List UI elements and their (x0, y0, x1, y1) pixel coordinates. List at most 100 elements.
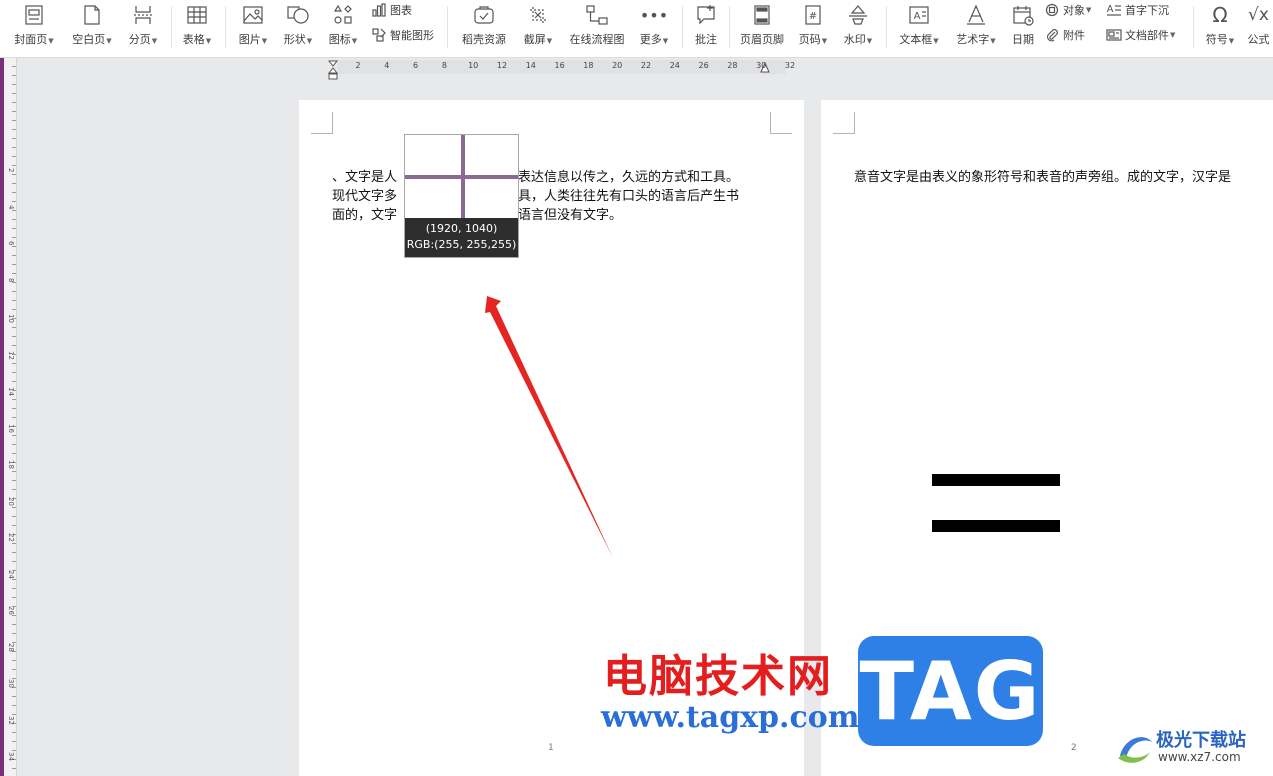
ruler-tick (12, 291, 16, 292)
ruler-tick (12, 120, 16, 121)
online-flowchart-label: 在线流程图 (569, 33, 625, 46)
formula-button[interactable]: √x 公式 (1244, 0, 1273, 58)
object-button[interactable]: 对象 ▼ (1044, 0, 1091, 20)
online-flowchart-button[interactable]: 在线流程图 (564, 0, 630, 58)
magnifier-info: (1920, 1040) RGB:(255, 255,255) (405, 218, 518, 257)
paragraph-line-2-end: 具，人类往往先有口头的语言后产生书 (518, 189, 740, 204)
header-footer-label: 页眉页脚 (740, 33, 784, 46)
chart-label: 图表 (390, 4, 412, 17)
ruler-tick (12, 525, 16, 526)
ruler-tick (12, 480, 16, 481)
ruler-tick (12, 75, 16, 76)
ruler-tick (12, 705, 16, 706)
ruler-tick (12, 93, 16, 94)
cover-page-button[interactable]: 封面页▼ (10, 0, 58, 58)
screenshot-button[interactable]: 截屏▼ (518, 0, 558, 58)
ruler-tick (12, 696, 16, 697)
cover-page-icon (21, 2, 47, 28)
chart-button[interactable]: 图表 (371, 0, 412, 20)
ruler-tick (12, 543, 16, 544)
ruler-tick (12, 327, 16, 328)
table-icon (184, 2, 210, 28)
word-art-button[interactable]: 艺术字▼ (951, 0, 1001, 58)
icon-library-button[interactable]: 图标▼ (325, 0, 361, 58)
object-label: 对象 (1063, 4, 1085, 17)
margin-corner-marker (311, 112, 333, 134)
paragraph-line-3-start: 面的，文字 (332, 208, 398, 223)
page-break-icon (130, 2, 156, 28)
date-button[interactable]: 日期 (1007, 0, 1039, 58)
ruler-tick (12, 408, 16, 409)
ruler-tick-label: 12 (7, 350, 15, 360)
indent-marker-left[interactable] (328, 60, 340, 82)
attachment-button[interactable]: 附件 (1044, 25, 1085, 45)
scissors-icon (525, 2, 551, 28)
watermark-button[interactable]: 水印▼ (838, 0, 878, 58)
drop-cap-button[interactable]: A 首字下沉 (1106, 0, 1169, 20)
doc-parts-button[interactable]: 文档部件 ▼ (1106, 25, 1175, 45)
blank-page-button[interactable]: 空白页▼ (67, 0, 117, 58)
ruler-tick (12, 336, 16, 337)
ruler-tick (12, 489, 16, 490)
more-button[interactable]: ••• 更多▼ (635, 0, 673, 58)
ruler-tick (12, 102, 16, 103)
watermark-download-site: 极光下载站 www.xz7.com (1112, 724, 1272, 772)
ruler-tick (12, 273, 16, 274)
ruler-tick-label: 26 (698, 61, 709, 70)
ruler-tick (12, 768, 16, 769)
ruler-tick-label: 14 (7, 387, 15, 396)
more-label: 更多 (639, 33, 662, 46)
paragraph-line-1-start: 、文字是人 (332, 170, 398, 185)
ruler-tick (12, 138, 16, 139)
caret-down-icon: ▼ (990, 37, 996, 45)
comment-label: 批注 (695, 33, 717, 46)
word-art-icon (963, 2, 989, 28)
caret-down-icon: ▼ (662, 37, 669, 45)
watermark-tag-logo: TAG (858, 636, 1043, 746)
smart-graphic-button[interactable]: 智能图形 (371, 25, 434, 45)
horizontal-ruler[interactable]: 2 4 6 8 10 12 14 16 18 20 22 24 26 28 30 32 (326, 60, 802, 80)
ruler-tick-label: 28 (7, 642, 15, 652)
ruler-tick-label: 20 (7, 496, 15, 506)
ruler-tick (12, 633, 16, 634)
ruler-tick (12, 552, 16, 553)
ruler-tick (12, 417, 16, 418)
ruler-tick (12, 435, 16, 436)
ruler-tick (12, 183, 16, 184)
toolbar-separator (682, 6, 683, 48)
equals-bar-top (932, 474, 1060, 486)
header-footer-button[interactable]: 页眉页脚 (734, 0, 790, 58)
shape-label: 形状 (283, 33, 306, 46)
shape-button[interactable]: 形状▼ (279, 0, 317, 58)
svg-text:A: A (914, 11, 921, 22)
page-number-button[interactable]: # 页码▼ (793, 0, 833, 58)
symbol-button[interactable]: Ω 符号▼ (1200, 0, 1240, 58)
ruler-tick-label: 16 (554, 61, 565, 70)
insert-toolbar: 封面页▼ 空白页▼ 分页▼ 表格▼ 图片▼ 形状▼ 图标▼ 图表 智能图形 稻壳… (0, 0, 1273, 58)
ruler-tick (12, 750, 16, 751)
ruler-tick (12, 300, 16, 301)
caret-down-icon: ▼ (205, 37, 212, 45)
picture-button[interactable]: 图片▼ (234, 0, 272, 58)
ruler-tick-label: 2 (355, 61, 361, 70)
ruler-tick (12, 732, 16, 733)
watermark-site-cn: 电脑技术网 (603, 651, 833, 702)
flowchart-icon (584, 2, 610, 28)
picture-icon (240, 2, 266, 28)
text-box-button[interactable]: A 文本框▼ (894, 0, 944, 58)
paragraph-line-3-end: 语言但没有文字。 (518, 208, 623, 223)
caret-down-icon: ▼ (351, 37, 358, 45)
vertical-ruler[interactable]: 2 4 6 8 10 12 14 16 18 20 22 24 26 28 30 32 34 (4, 58, 17, 776)
ruler-tick-label: 10 (468, 61, 479, 70)
table-button[interactable]: 表格▼ (178, 0, 216, 58)
resources-button[interactable]: 稻壳资源 (456, 0, 512, 58)
ruler-tick (12, 507, 16, 508)
comment-button[interactable]: 批注 (688, 0, 724, 58)
comment-icon (693, 2, 719, 28)
svg-text:A: A (1107, 4, 1114, 15)
ruler-tick-label: 16 (7, 423, 15, 433)
ruler-tick (12, 660, 16, 661)
page-number-label: 页码 (798, 33, 821, 46)
ruler-tick (12, 579, 16, 580)
page-break-button[interactable]: 分页▼ (124, 0, 162, 58)
